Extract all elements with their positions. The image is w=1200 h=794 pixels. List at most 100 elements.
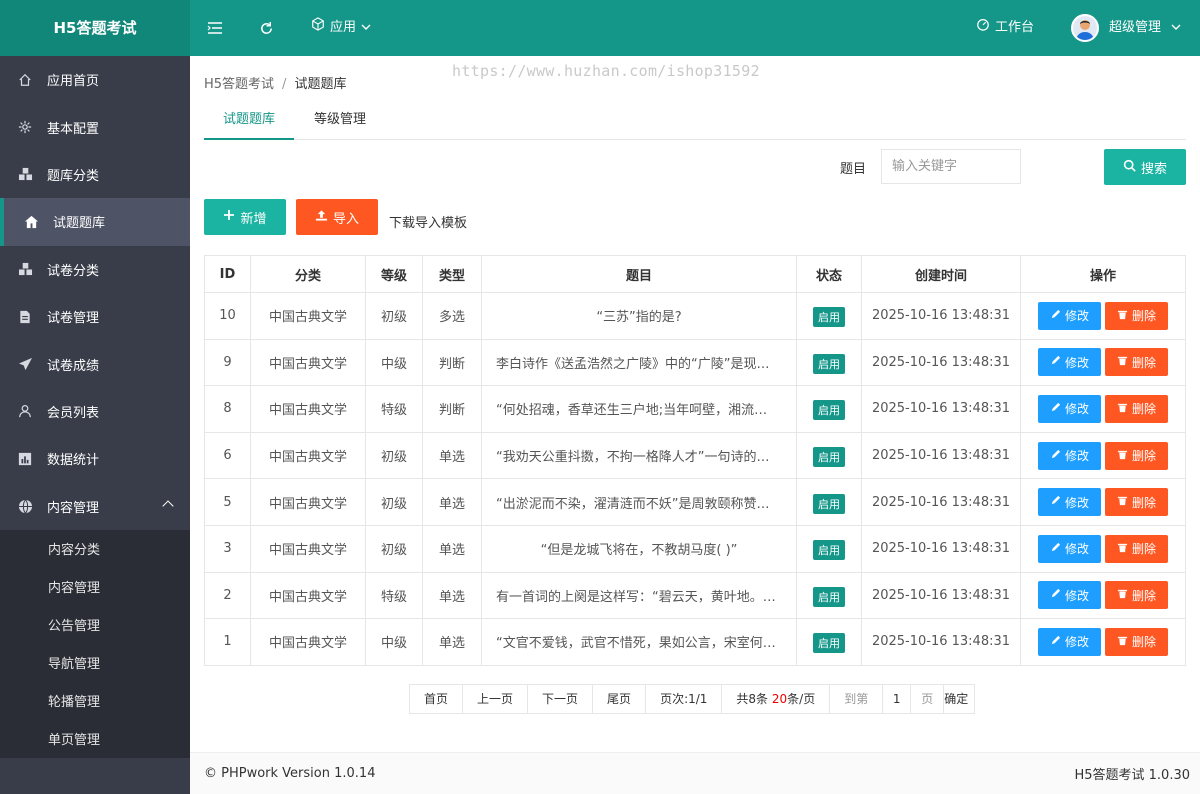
- avatar: [1071, 14, 1099, 42]
- sidebar-item-members[interactable]: 会员列表: [0, 388, 190, 435]
- delete-button[interactable]: 删除: [1105, 394, 1168, 423]
- delete-button[interactable]: 删除: [1105, 534, 1168, 563]
- user-menu[interactable]: 超级管理: [1071, 0, 1181, 56]
- pencil-icon: [1050, 355, 1061, 369]
- sidebar-subitem-carousel[interactable]: 轮播管理: [0, 682, 190, 720]
- search-button[interactable]: 搜索: [1104, 149, 1186, 185]
- cell-type: 单选: [422, 618, 482, 666]
- sidebar-subitem-content-management[interactable]: 内容管理: [0, 568, 190, 606]
- status-badge[interactable]: 启用: [813, 447, 845, 468]
- status-badge[interactable]: 启用: [813, 400, 845, 421]
- sidebar-item-statistics[interactable]: 数据统计: [0, 435, 190, 482]
- sidebar-subitem-single-page[interactable]: 单页管理: [0, 720, 190, 758]
- edit-button[interactable]: 修改: [1038, 627, 1101, 656]
- status-badge[interactable]: 启用: [813, 633, 845, 654]
- sidebar-item-label: 应用首页: [47, 74, 100, 90]
- search-icon: [1123, 159, 1136, 176]
- home-icon: [17, 72, 33, 88]
- sidebar-subitem-content-category[interactable]: 内容分类: [0, 530, 190, 568]
- cell-created: 2025-10-16 13:48:31: [861, 524, 1021, 573]
- sidebar-item-config[interactable]: 基本配置: [0, 103, 190, 150]
- cell-question[interactable]: “但是龙城飞将在，不教胡马度( )”: [481, 524, 797, 573]
- delete-button[interactable]: 删除: [1105, 348, 1168, 377]
- edit-button-label: 修改: [1064, 355, 1089, 370]
- status-badge[interactable]: 启用: [813, 540, 845, 561]
- edit-button[interactable]: 修改: [1038, 581, 1101, 610]
- pager-first[interactable]: 首页: [410, 685, 464, 713]
- edit-button[interactable]: 修改: [1038, 348, 1101, 377]
- delete-button[interactable]: 删除: [1105, 581, 1168, 610]
- pager-prev[interactable]: 上一页: [463, 685, 529, 713]
- app-logo[interactable]: H5答题考试: [0, 0, 190, 56]
- cell-question[interactable]: “三苏”指的是?: [481, 292, 797, 340]
- user-name: 超级管理: [1109, 20, 1162, 35]
- breadcrumb-root[interactable]: H5答题考试: [204, 77, 274, 92]
- edit-button[interactable]: 修改: [1038, 394, 1101, 423]
- status-badge[interactable]: 启用: [813, 586, 845, 607]
- sidebar-subitem-navigation[interactable]: 导航管理: [0, 644, 190, 682]
- cell-question[interactable]: “文官不爱钱，武官不惜死，果如公言，宋室何…: [481, 618, 797, 666]
- delete-button[interactable]: 删除: [1105, 488, 1168, 517]
- import-button[interactable]: 导入: [296, 199, 378, 235]
- pager-page-unit: 页: [911, 685, 945, 713]
- sidebar-item-paper-category[interactable]: 试卷分类: [0, 246, 190, 293]
- edit-button[interactable]: 修改: [1038, 301, 1101, 330]
- edit-button[interactable]: 修改: [1038, 488, 1101, 517]
- sidebar: 应用首页 基本配置 题库分类 试题题库 试卷分类 试卷管理 试卷成绩 会员列表 …: [0, 56, 190, 794]
- tab-level-management[interactable]: 等级管理: [300, 106, 380, 140]
- sidebar-item-paper-management[interactable]: 试卷管理: [0, 293, 190, 340]
- pager-next[interactable]: 下一页: [528, 685, 594, 713]
- sidebar-item-home[interactable]: 应用首页: [0, 56, 190, 103]
- status-badge[interactable]: 启用: [813, 493, 845, 514]
- trash-icon: [1117, 588, 1128, 602]
- cell-type: 单选: [422, 431, 482, 480]
- delete-button[interactable]: 删除: [1105, 301, 1168, 330]
- delete-button-label: 删除: [1131, 635, 1156, 650]
- search-input[interactable]: [881, 149, 1021, 184]
- sidebar-item-label: 试卷管理: [47, 311, 100, 327]
- menu-toggle-icon[interactable]: [207, 0, 223, 56]
- sidebar-item-content[interactable]: 内容管理: [0, 483, 190, 530]
- delete-button[interactable]: 删除: [1105, 441, 1168, 470]
- download-template-link[interactable]: 下载导入模板: [389, 212, 467, 231]
- status-badge[interactable]: 启用: [813, 307, 845, 328]
- pager-confirm-button[interactable]: 确定: [944, 685, 974, 713]
- cell-question[interactable]: “出淤泥而不染，濯清涟而不妖”是周敦颐称赞…: [481, 478, 797, 526]
- cell-question[interactable]: 李白诗作《送孟浩然之广陵》中的“广陵”是现…: [481, 338, 797, 387]
- trash-icon: [1117, 402, 1128, 416]
- cell-status: 启用: [796, 385, 862, 433]
- column-header: 状态: [796, 255, 862, 293]
- pager-goto-input[interactable]: [883, 685, 912, 713]
- cell-created: 2025-10-16 13:48:31: [861, 385, 1021, 433]
- sidebar-item-label: 会员列表: [47, 405, 100, 421]
- cell-question[interactable]: “何处招魂，香草还生三户地;当年呵壁，湘流…: [481, 385, 797, 433]
- sidebar-item-label: 试题题库: [53, 216, 106, 232]
- add-button[interactable]: 新增: [204, 199, 286, 235]
- sidebar-subitem-announcements[interactable]: 公告管理: [0, 606, 190, 644]
- status-badge[interactable]: 启用: [813, 353, 845, 374]
- pager-last[interactable]: 尾页: [593, 685, 647, 713]
- column-header: 等级: [365, 255, 423, 293]
- edit-button[interactable]: 修改: [1038, 441, 1101, 470]
- cell-question[interactable]: “我劝天公重抖擞，不拘一格降人才”一句诗的…: [481, 431, 797, 480]
- sidebar-item-paper-scores[interactable]: 试卷成绩: [0, 340, 190, 387]
- cell-actions: 修改 删除: [1020, 338, 1186, 387]
- footer-app-version: H5答题考试 1.0.30: [1074, 768, 1190, 783]
- pencil-icon: [1050, 495, 1061, 509]
- cell-created: 2025-10-16 13:48:31: [861, 571, 1021, 620]
- app-menu[interactable]: 应用: [311, 0, 371, 56]
- sidebar-item-question-category[interactable]: 题库分类: [0, 151, 190, 198]
- delete-button[interactable]: 删除: [1105, 627, 1168, 656]
- dashboard-icon: [976, 0, 990, 56]
- workbench-link[interactable]: 工作台: [976, 0, 1034, 56]
- sidebar-item-label: 数据统计: [47, 453, 100, 469]
- cell-question[interactable]: 有一首词的上阕是这样写：“碧云天，黄叶地。…: [481, 571, 797, 620]
- tab-question-bank[interactable]: 试题题库: [204, 106, 294, 140]
- sidebar-item-label: 题库分类: [47, 168, 100, 184]
- sidebar-item-question-bank[interactable]: 试题题库: [0, 198, 190, 246]
- refresh-icon[interactable]: [259, 0, 274, 56]
- cell-type: 判断: [422, 338, 482, 387]
- cell-level: 初级: [365, 431, 423, 480]
- app-menu-label: 应用: [330, 20, 357, 35]
- edit-button[interactable]: 修改: [1038, 534, 1101, 563]
